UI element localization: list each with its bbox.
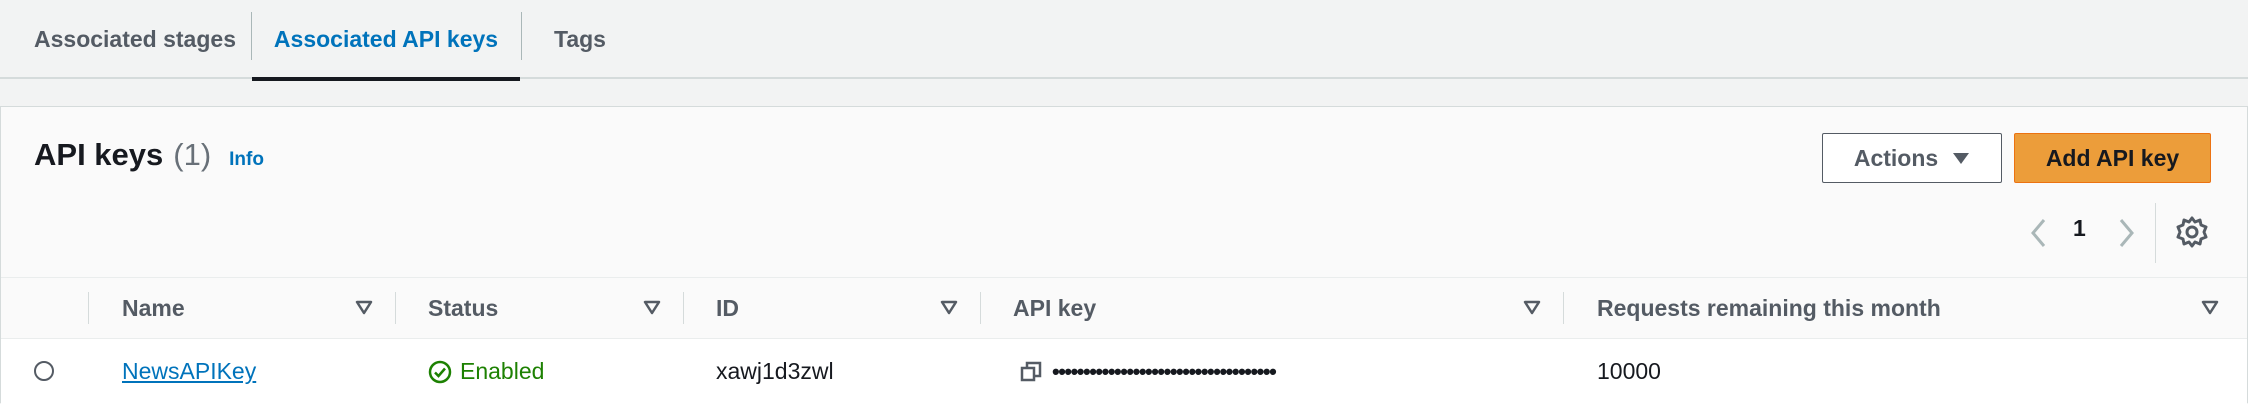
actions-button[interactable]: Actions bbox=[1822, 133, 2002, 183]
column-divider bbox=[1563, 292, 1564, 324]
tab-divider bbox=[521, 12, 522, 60]
chevron-right-icon[interactable] bbox=[2111, 213, 2141, 253]
column-label: API key bbox=[1013, 294, 1097, 321]
column-divider bbox=[683, 292, 684, 324]
check-circle-icon bbox=[428, 360, 452, 383]
add-api-key-button[interactable]: Add API key bbox=[2014, 133, 2211, 183]
chevron-left-icon[interactable] bbox=[2024, 213, 2054, 253]
panel-title: API keys bbox=[34, 137, 164, 172]
tab-associated-stages[interactable]: Associated stages bbox=[34, 0, 236, 79]
panel-header: API keys (1) Info bbox=[34, 137, 264, 173]
column-divider bbox=[395, 292, 396, 324]
column-label: Name bbox=[122, 294, 185, 321]
column-divider bbox=[88, 292, 89, 324]
column-label: Requests remaining this month bbox=[1597, 294, 1941, 321]
cell-id: xawj1d3zwl bbox=[716, 339, 834, 404]
column-header-id[interactable]: ID bbox=[716, 278, 739, 338]
tab-associated-api-keys[interactable]: Associated API keys bbox=[252, 0, 520, 81]
tab-label: Associated stages bbox=[34, 26, 236, 52]
row-select-radio[interactable] bbox=[34, 361, 54, 381]
status-text: Enabled bbox=[460, 358, 545, 384]
caret-down-icon bbox=[1953, 152, 1970, 164]
requests-remaining-value: 10000 bbox=[1597, 358, 1661, 384]
table-row[interactable]: NewsAPIKey Enabled xawj1d3zwl ••••••••••… bbox=[1, 339, 2247, 404]
copy-icon[interactable] bbox=[1020, 361, 1042, 383]
sort-down-icon[interactable] bbox=[1523, 300, 1541, 316]
pager-divider bbox=[2155, 203, 2156, 263]
column-header-api-key[interactable]: API key bbox=[1013, 278, 1096, 338]
table-header: Name Status ID API key Requests remainin… bbox=[1, 277, 2247, 339]
tab-label: Tags bbox=[554, 26, 606, 52]
column-header-name[interactable]: Name bbox=[122, 278, 185, 338]
tab-tags[interactable]: Tags bbox=[554, 0, 606, 79]
gear-icon[interactable] bbox=[2174, 214, 2210, 250]
api-keys-panel: API keys (1) Info Actions Add API key 1 … bbox=[0, 106, 2248, 404]
column-label: Status bbox=[428, 294, 499, 321]
api-key-id: xawj1d3zwl bbox=[716, 358, 834, 384]
cell-name: NewsAPIKey bbox=[122, 339, 256, 404]
cell-requests-remaining: 10000 bbox=[1597, 339, 1661, 404]
cell-api-key: •••••••••••••••••••••••••••••••••••• bbox=[1020, 339, 1277, 404]
cell-status: Enabled bbox=[428, 339, 544, 404]
add-api-key-label: Add API key bbox=[2045, 144, 2180, 171]
column-label: ID bbox=[716, 294, 739, 321]
column-header-requests-remaining[interactable]: Requests remaining this month bbox=[1597, 278, 1941, 338]
column-divider bbox=[980, 292, 981, 324]
sort-down-icon[interactable] bbox=[355, 300, 373, 316]
sort-down-icon[interactable] bbox=[940, 300, 958, 316]
tab-label: Associated API keys bbox=[273, 26, 499, 52]
api-key-name-link[interactable]: NewsAPIKey bbox=[122, 358, 256, 385]
tab-bar: Associated stages Associated API keys Ta… bbox=[0, 0, 2248, 81]
column-header-status[interactable]: Status bbox=[428, 278, 498, 338]
actions-label: Actions bbox=[1853, 144, 1939, 171]
sort-down-icon[interactable] bbox=[2201, 300, 2219, 316]
masked-api-key: •••••••••••••••••••••••••••••••••••• bbox=[1052, 358, 1277, 384]
page-number[interactable]: 1 bbox=[2073, 215, 2086, 242]
info-link[interactable]: Info bbox=[229, 149, 264, 171]
item-count: (1) bbox=[173, 137, 212, 172]
sort-down-icon[interactable] bbox=[643, 300, 661, 316]
